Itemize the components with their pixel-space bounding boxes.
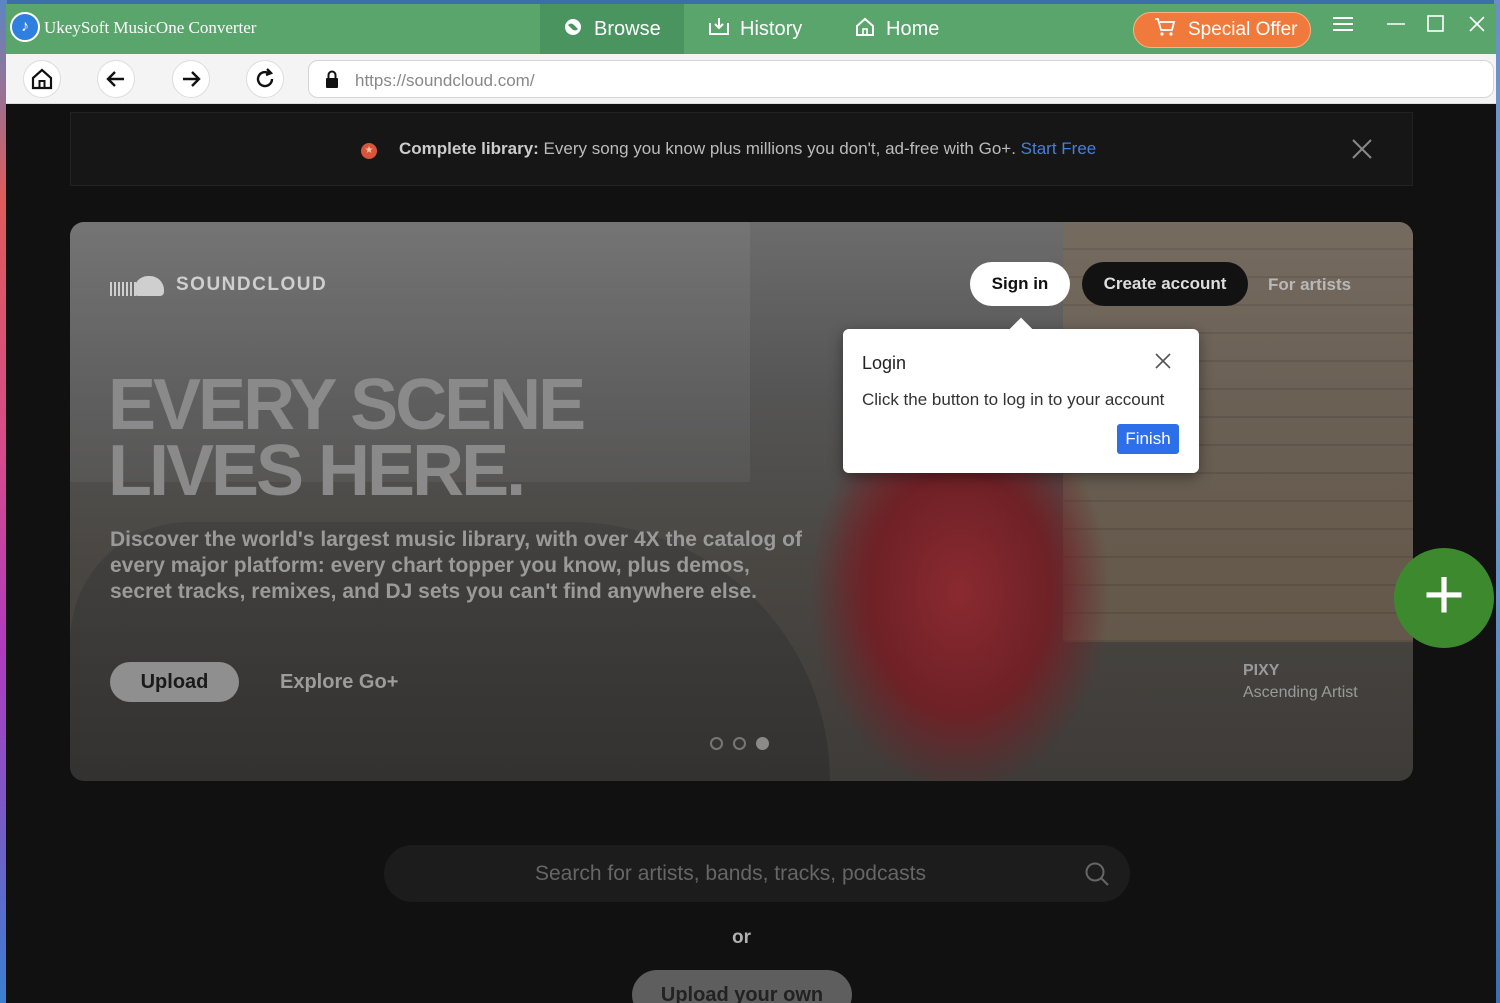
home-icon — [31, 68, 53, 90]
reload-button[interactable] — [246, 60, 284, 98]
tab-browse-label: Browse — [594, 17, 661, 40]
soundcloud-cloud-icon — [110, 272, 166, 298]
download-icon — [708, 17, 730, 42]
globe-icon — [562, 17, 584, 42]
back-button[interactable] — [97, 60, 135, 98]
upload-your-own-button[interactable]: Upload your own — [632, 970, 852, 1003]
arrow-left-icon — [106, 71, 124, 87]
app-title: UkeySoft MusicOne Converter — [44, 18, 257, 37]
soundcloud-logo[interactable]: SOUNDCLOUD — [110, 272, 327, 298]
or-divider-text: or — [732, 927, 751, 948]
arrow-right-icon — [183, 71, 201, 87]
tab-history-label: History — [740, 17, 803, 40]
promo-banner: ★ Complete library: Every song you know … — [70, 112, 1413, 186]
special-offer-button[interactable]: Special Offer — [1133, 12, 1311, 48]
browser-toolbar: https://soundcloud.com/ — [6, 54, 1496, 104]
popup-body: Click the button to log in to your accou… — [862, 390, 1165, 409]
search-icon[interactable] — [1084, 861, 1110, 887]
address-bar[interactable]: https://soundcloud.com/ — [308, 60, 1494, 98]
url-text: https://soundcloud.com/ — [355, 71, 535, 90]
hero-subcopy: Discover the world's largest music libra… — [110, 528, 802, 603]
headline-line-2: LIVES HERE. — [108, 431, 526, 511]
close-icon[interactable] — [1351, 135, 1373, 167]
star-icon: ★ — [361, 143, 377, 159]
add-floating-button[interactable]: + — [1394, 548, 1494, 648]
search-bar[interactable]: Search for artists, bands, tracks, podca… — [384, 845, 1130, 902]
popup-title: Login — [862, 353, 907, 373]
hero-headline: EVERY SCENE LIVES HERE. — [108, 365, 586, 511]
reload-icon — [256, 68, 274, 88]
tab-browse[interactable]: Browse — [540, 4, 684, 54]
upload-button[interactable]: Upload — [110, 662, 239, 702]
for-artists-link[interactable]: For artists — [1268, 275, 1351, 295]
home-icon — [854, 17, 876, 42]
webpage-content: ★ Complete library: Every song you know … — [6, 104, 1496, 1003]
banner-bold: Complete library: — [399, 139, 539, 158]
start-free-link[interactable]: Start Free — [1021, 139, 1097, 158]
maximize-button[interactable] — [1421, 14, 1451, 40]
cart-icon — [1154, 17, 1176, 43]
finish-button[interactable]: Finish — [1117, 424, 1179, 454]
carousel-dot-active[interactable] — [756, 737, 769, 750]
carousel-dots — [710, 737, 769, 750]
app-logo-icon: ♪ — [10, 12, 40, 42]
explore-go-plus-link[interactable]: Explore Go+ — [280, 671, 398, 694]
screen: ♪ UkeySoft MusicOne Converter Browse His… — [0, 0, 1500, 1003]
tab-home-label: Home — [886, 17, 940, 40]
login-popup: Login Click the button to log in to your… — [843, 329, 1199, 473]
carousel-dot[interactable] — [733, 737, 746, 750]
title-bar: ♪ UkeySoft MusicOne Converter Browse His… — [6, 4, 1496, 54]
close-icon[interactable] — [1155, 349, 1171, 375]
lock-icon — [326, 70, 338, 88]
app-window: ♪ UkeySoft MusicOne Converter Browse His… — [6, 4, 1496, 1003]
forward-button[interactable] — [172, 60, 210, 98]
sign-in-button[interactable]: Sign in — [970, 262, 1070, 306]
artist-subtitle: Ascending Artist — [1243, 684, 1358, 701]
create-account-button[interactable]: Create account — [1082, 262, 1248, 306]
banner-message: Every song you know plus millions you do… — [538, 139, 1021, 158]
hero-section: SOUNDCLOUD Sign in Create account For ar… — [70, 222, 1413, 781]
soundcloud-brand: SOUNDCLOUD — [176, 274, 328, 295]
home-button[interactable] — [23, 60, 61, 98]
special-offer-label: Special Offer — [1188, 19, 1298, 40]
headline-line-1: EVERY SCENE — [108, 365, 586, 445]
search-placeholder: Search for artists, bands, tracks, podca… — [535, 862, 927, 885]
menu-icon[interactable] — [1328, 14, 1358, 40]
close-window-button[interactable] — [1462, 14, 1492, 40]
carousel-dot[interactable] — [710, 737, 723, 750]
artist-name[interactable]: PIXY — [1243, 662, 1279, 680]
tab-home[interactable]: Home — [832, 4, 962, 54]
banner-text: Complete library: Every song you know pl… — [399, 139, 1096, 159]
minimize-button[interactable] — [1381, 14, 1411, 40]
tab-history[interactable]: History — [686, 4, 830, 54]
